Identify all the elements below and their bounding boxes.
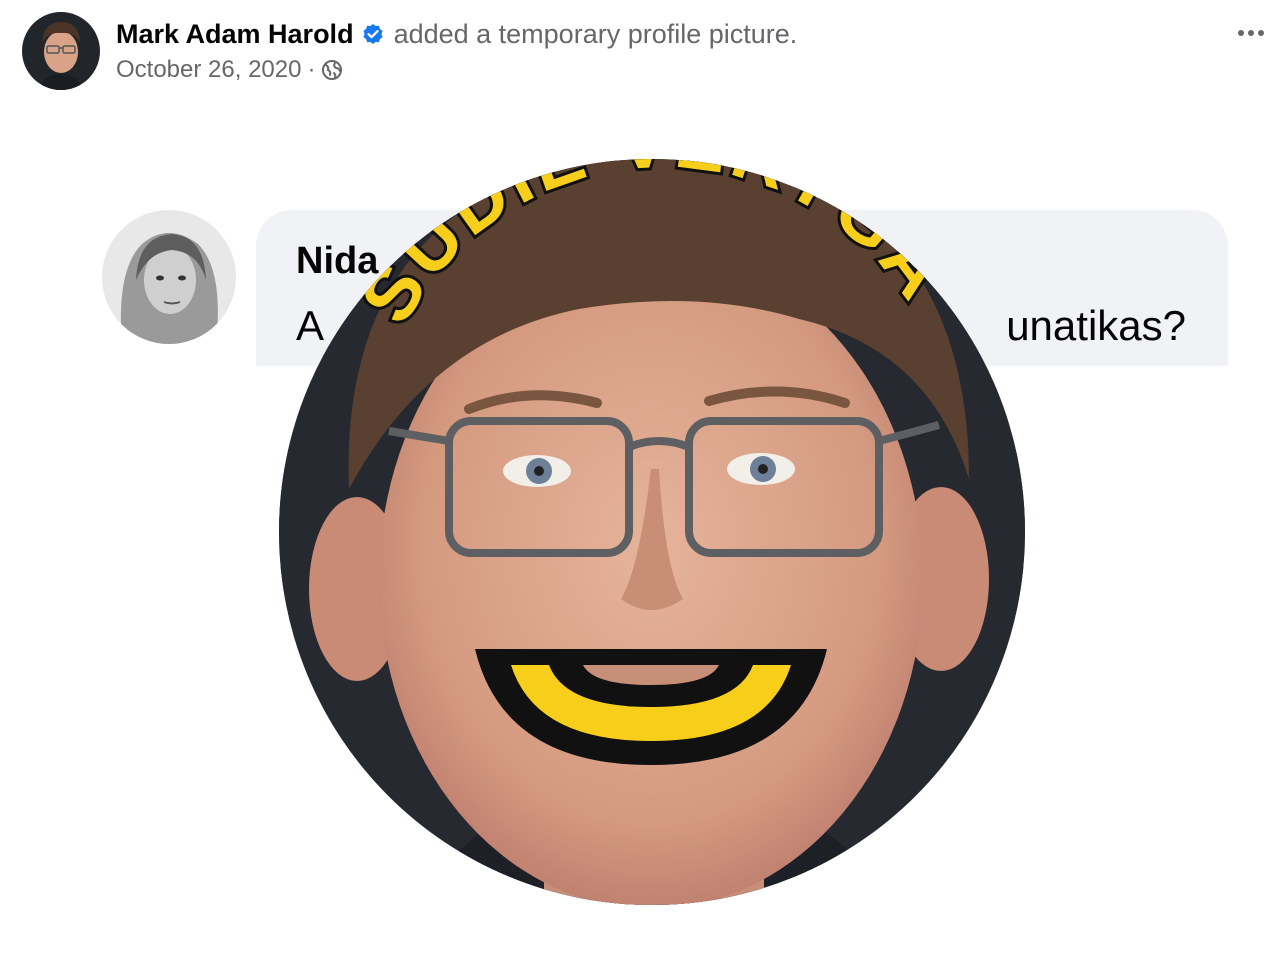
profile-picture-frame[interactable]: SUDIE VERYGA xyxy=(279,159,1025,905)
comment-text-start: A xyxy=(296,302,325,349)
comment-author[interactable]: Nida xyxy=(296,240,378,283)
more-options-icon[interactable] xyxy=(1238,30,1264,36)
commenter-avatar[interactable] xyxy=(102,210,236,344)
verified-badge-icon xyxy=(362,23,384,45)
globe-icon[interactable] xyxy=(321,59,343,81)
author-avatar[interactable] xyxy=(22,12,100,90)
post-header-text: Mark Adam Harold added a temporary profi… xyxy=(116,12,797,84)
author-name[interactable]: Mark Adam Harold xyxy=(116,18,354,50)
comment-text-end: unatikas? xyxy=(1006,302,1186,349)
post-action-text: added a temporary profile picture. xyxy=(393,19,798,49)
post-date[interactable]: October 26, 2020 xyxy=(116,56,301,84)
post-header: Mark Adam Harold added a temporary profi… xyxy=(22,12,797,90)
date-separator: · xyxy=(307,56,316,83)
